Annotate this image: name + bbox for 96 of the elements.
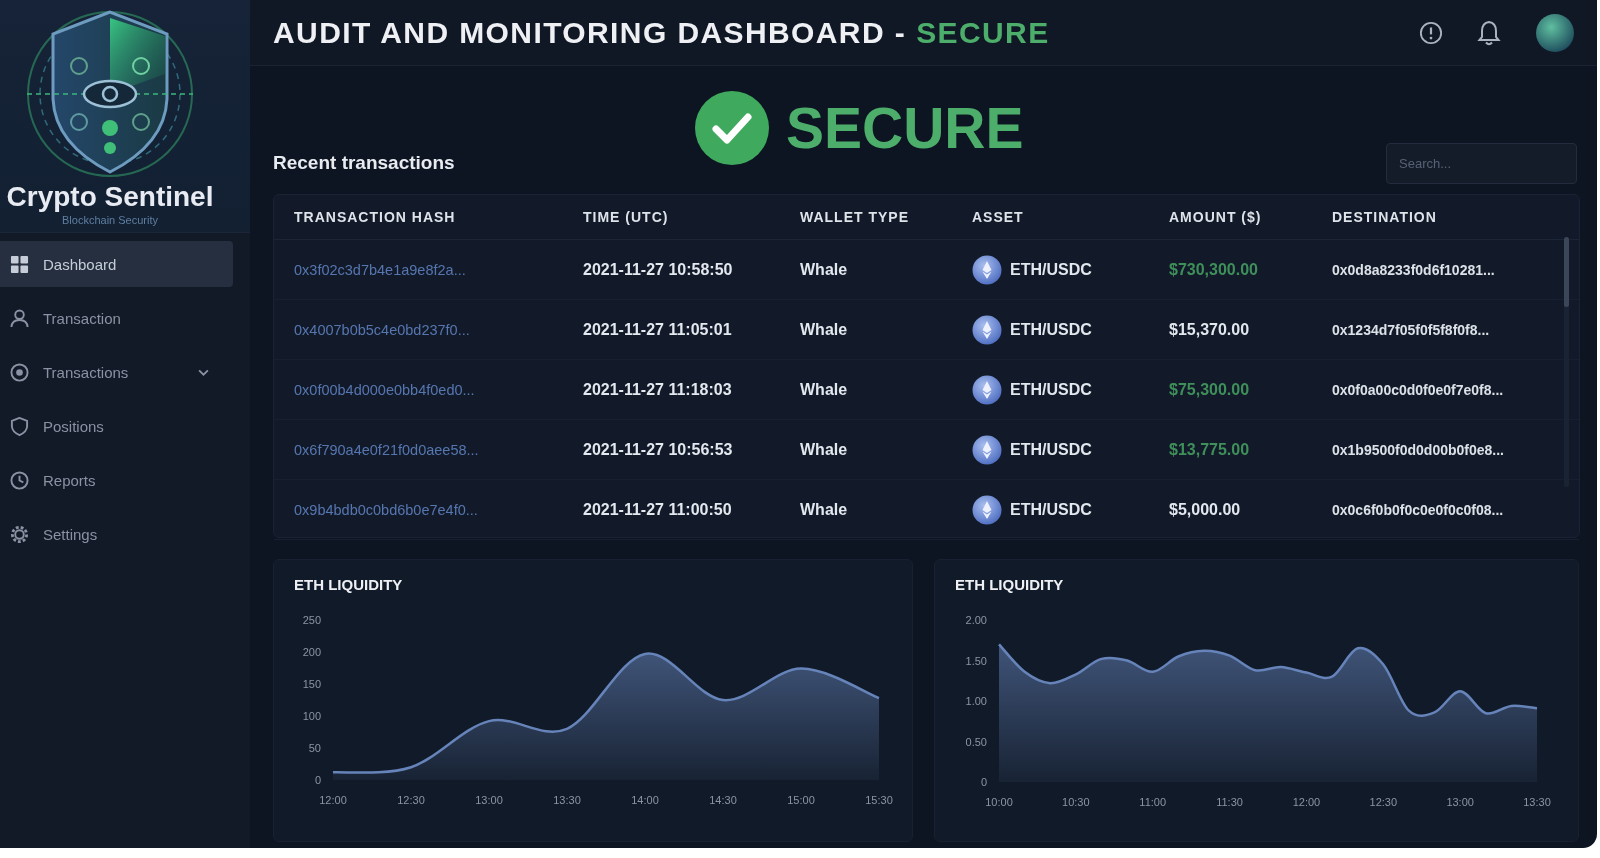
time-cell-text: 2021-11-27 10:58:50 <box>583 260 734 279</box>
destination-cell-text: 0x0c6f0b0f0c0e0f0c0f08... <box>1332 501 1505 518</box>
amount-cell-text: $730,300.00 <box>1169 260 1259 279</box>
chart-title: ETH LIQUIDITY <box>294 575 404 595</box>
clock-icon <box>10 470 29 490</box>
x-tick-label: 10:00 <box>985 796 1013 808</box>
column-header: TIME (UTC) <box>583 209 670 225</box>
y-tick-label: 150 <box>302 678 321 690</box>
settings-icon <box>10 524 29 544</box>
nav-item[interactable]: Settings <box>0 511 233 557</box>
x-tick-label: 13:00 <box>475 794 503 806</box>
x-tick-label: 11:00 <box>1139 796 1167 808</box>
coin-icon <box>972 314 1002 345</box>
y-tick-label: 0 <box>314 774 321 786</box>
nav-item[interactable]: Reports <box>0 457 233 503</box>
destination-cell-text: 0x0f0a00c0d0f0e0f7e0f8... <box>1332 381 1505 398</box>
wallet-type-cell-text: Whale <box>800 500 849 519</box>
time-cell-text: 2021-11-27 11:18:03 <box>583 380 733 399</box>
nav-item[interactable]: Transactions <box>0 349 233 395</box>
amount-cell-text: $13,775.00 <box>1169 440 1251 459</box>
time-cell-text: 2021-11-27 11:00:50 <box>583 500 733 519</box>
shield-icon <box>10 416 29 436</box>
time-cell-text: 2021-11-27 11:05:01 <box>583 320 733 339</box>
destination-cell-text: 0x1234d7f05f0f5f8f0f8... <box>1332 321 1491 338</box>
hash-link[interactable]: 0x4007b0b5c4e0bd237f0... <box>294 321 583 338</box>
wallet-type-cell-text: Whale <box>800 260 849 279</box>
destination-cell-text: 0x0d8a8233f0d6f10281... <box>1332 261 1496 278</box>
y-tick-label: 250 <box>302 614 321 626</box>
x-tick-label: 12:30 <box>397 794 425 806</box>
status-label: SECURE <box>786 95 1024 161</box>
x-tick-label: 15:30 <box>865 794 893 806</box>
chevron-down-icon <box>198 368 209 376</box>
dashboard-title: AUDIT AND MONITORING DASHBOARD - <box>273 15 907 50</box>
grid-icon <box>10 254 29 274</box>
column-header: DESTINATION <box>1332 209 1438 225</box>
coin-icon <box>972 434 1002 465</box>
status-text: SECURE <box>916 15 1050 50</box>
time-cell-text: 2021-11-27 10:56:53 <box>583 440 734 459</box>
destination-cell-text: 0x1b9500f0d0d00b0f0e8... <box>1332 441 1505 458</box>
avatar-icon[interactable] <box>1535 12 1575 53</box>
alert-icon[interactable] <box>1419 19 1443 46</box>
amount-cell-text: $75,300.00 <box>1169 380 1251 399</box>
asset-cell: ETH/USDC <box>1010 320 1092 339</box>
x-tick-label: 10:30 <box>1062 796 1090 808</box>
column-header: WALLET TYPE <box>800 209 910 225</box>
y-tick-label: 0 <box>980 776 987 788</box>
brand-name: Crypto Sentinel <box>6 181 214 213</box>
x-tick-label: 12:00 <box>319 794 347 806</box>
wallet-type-cell-text: Whale <box>800 440 849 459</box>
wallet-type-cell-text: Whale <box>800 320 849 339</box>
coin-icon <box>972 374 1002 405</box>
check-circle-icon <box>694 90 770 166</box>
hash-link[interactable]: 0x6f790a4e0f21f0d0aee58... <box>294 441 583 458</box>
asset-cell: ETH/USDC <box>1010 500 1092 519</box>
x-tick-label: 13:30 <box>553 794 581 806</box>
y-tick-label: 0.50 <box>965 735 987 748</box>
amount-cell-text: $5,000.00 <box>1169 500 1242 519</box>
x-tick-label: 12:00 <box>1292 796 1321 808</box>
chart-title: ETH LIQUIDITY <box>955 575 1065 595</box>
hash-link[interactable]: 0x9b4bdb0c0bd6b0e7e4f0... <box>294 501 583 518</box>
person-icon <box>10 308 29 328</box>
nav-item[interactable]: Transaction <box>0 295 233 341</box>
column-header: TRANSACTION HASH <box>294 209 457 225</box>
brand-tagline: Blockchain Security <box>62 213 158 227</box>
y-tick-label: 2.00 <box>965 614 987 626</box>
target-icon <box>10 362 29 382</box>
scrollbar-thumb[interactable] <box>1564 237 1569 307</box>
x-tick-label: 13:00 <box>1446 796 1474 808</box>
amount-cell-text: $15,370.00 <box>1169 320 1251 339</box>
hash-link[interactable]: 0x0f00b4d000e0bb4f0ed0... <box>294 381 583 398</box>
hash-link[interactable]: 0x3f02c3d7b4e1a9e8f2a... <box>294 261 583 278</box>
scrollbar[interactable] <box>1564 237 1569 487</box>
y-tick-label: 200 <box>302 646 321 658</box>
x-tick-label: 12:30 <box>1369 796 1398 808</box>
section-title: Recent transactions <box>273 152 456 174</box>
column-header: ASSET <box>972 209 1025 225</box>
x-tick-label: 14:30 <box>709 794 737 806</box>
x-tick-label: 15:00 <box>787 794 815 806</box>
coin-icon <box>972 254 1002 285</box>
asset-cell: ETH/USDC <box>1010 440 1092 459</box>
nav-item[interactable]: Dashboard <box>0 241 233 287</box>
nav-item[interactable]: Positions <box>0 403 233 449</box>
wallet-type-cell-text: Whale <box>800 380 849 399</box>
y-tick-label: 50 <box>308 742 321 754</box>
y-tick-label: 1.50 <box>965 654 987 667</box>
asset-cell: ETH/USDC <box>1010 260 1092 279</box>
asset-cell: ETH/USDC <box>1010 380 1092 399</box>
x-tick-label: 13:30 <box>1523 796 1551 808</box>
y-tick-label: 1.00 <box>965 695 987 707</box>
y-tick-label: 100 <box>302 710 321 722</box>
x-tick-label: 14:00 <box>631 794 659 806</box>
coin-icon <box>972 494 1002 525</box>
column-header: AMOUNT ($) <box>1169 209 1263 225</box>
notification-icon[interactable] <box>1477 19 1501 46</box>
search-field[interactable]: Search... <box>1386 143 1577 184</box>
x-tick-label: 11:30 <box>1216 796 1243 808</box>
